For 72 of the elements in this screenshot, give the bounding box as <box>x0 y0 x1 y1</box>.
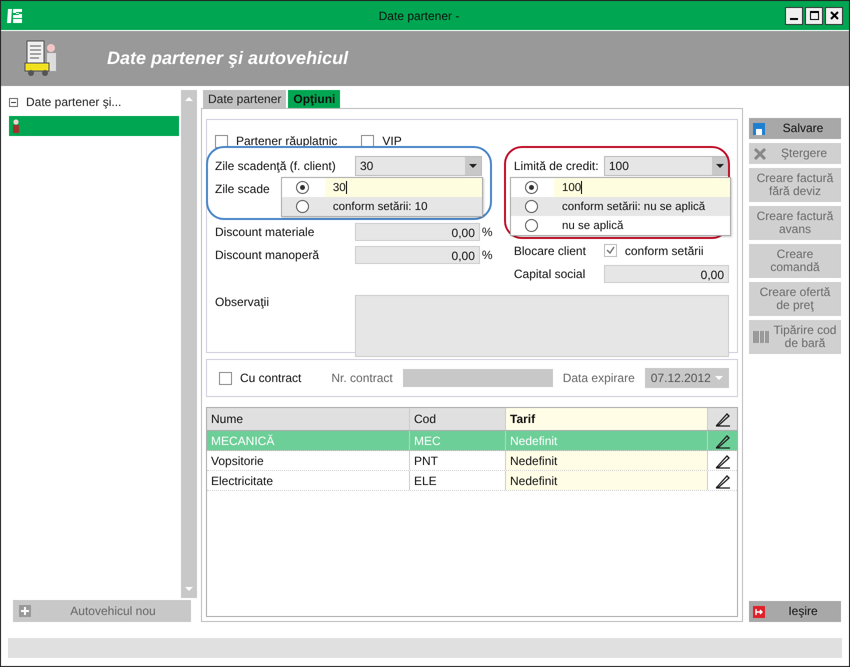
checkbox[interactable] <box>219 372 232 384</box>
tree-item[interactable]: Date partener şi... <box>9 92 179 112</box>
radio-button[interactable] <box>525 181 538 194</box>
checkbox-label: Cu contract <box>240 371 302 385</box>
field-label: Discount manoperă <box>215 248 320 262</box>
field-label: Discount materiale <box>215 224 316 238</box>
dropdown-field[interactable]: 100 <box>604 156 729 176</box>
checkbox[interactable] <box>604 244 617 257</box>
radio-button[interactable] <box>296 200 309 213</box>
field-label: Zile scade <box>215 182 270 196</box>
document-truck-icon <box>23 38 59 78</box>
table-cell: Vopsitorie <box>207 451 410 470</box>
dropdown-option[interactable]: conform setării: 10 <box>282 197 482 216</box>
table-cell: Nedefinit <box>506 451 708 470</box>
dropdown-arrow-icon <box>714 376 723 380</box>
page-heading: Date partener şi autovehicul <box>107 48 348 69</box>
field-label: Observaţii <box>215 295 270 311</box>
plus-icon <box>19 605 31 617</box>
unit-label: % <box>482 224 490 238</box>
dropdown-arrow-icon <box>716 164 724 168</box>
tab[interactable]: Opţiuni <box>288 90 340 108</box>
number-field[interactable]: 0,00 <box>604 264 729 282</box>
minimize-icon <box>790 18 798 20</box>
column-header[interactable]: Nume <box>207 408 410 430</box>
dropdown-option[interactable]: nu se aplică <box>511 216 730 235</box>
close-button[interactable] <box>825 6 843 24</box>
pen-icon[interactable] <box>714 472 730 488</box>
field-label: Nr. contract <box>331 371 393 385</box>
exit-icon <box>753 606 765 618</box>
dropdown-field[interactable]: 30 <box>355 156 482 176</box>
field-label: Data expirare <box>562 371 635 385</box>
checkbox-label: VIP <box>382 134 402 148</box>
checkbox[interactable] <box>215 134 228 148</box>
radio-button[interactable] <box>525 200 538 213</box>
window-title: Date partener - <box>378 8 460 22</box>
maximize-icon <box>810 11 818 20</box>
number-field[interactable]: 0,00 <box>355 246 480 264</box>
person-icon <box>13 119 19 133</box>
notes-field[interactable] <box>355 295 729 357</box>
dropdown-arrow-icon <box>468 164 477 168</box>
checkbox-label: Partener răuplatnic <box>236 134 338 148</box>
field-label: Capital social <box>514 266 586 280</box>
grid-row[interactable]: Vopsitorie PNT Nedefinit <box>207 451 737 471</box>
dropdown-option[interactable]: conform setării: nu se aplică <box>511 197 730 216</box>
radio-button[interactable] <box>525 219 538 232</box>
table-cell: Electricitate <box>207 471 410 490</box>
maximize-button[interactable] <box>805 6 823 24</box>
action-button[interactable]: Salvare <box>749 118 841 139</box>
pen-icon[interactable] <box>714 432 730 448</box>
tab[interactable]: Date partener <box>203 90 286 108</box>
close-icon <box>830 11 838 20</box>
field-label: Limită de credit: <box>514 158 600 172</box>
field-label: Blocare client <box>514 244 587 258</box>
table-cell: Nedefinit <box>506 471 708 490</box>
date-field[interactable]: 07.12.2012 <box>644 368 729 388</box>
exit-button[interactable]: Ieşire <box>749 601 841 622</box>
number-field[interactable]: 0,00 <box>355 222 480 240</box>
checkbox-label: conform setării <box>624 244 704 258</box>
collapse-icon[interactable] <box>9 98 18 106</box>
pen-icon[interactable] <box>714 452 730 468</box>
delete-icon <box>753 146 767 160</box>
logo-icon <box>7 8 23 24</box>
unit-label: % <box>482 248 490 262</box>
checkbox[interactable] <box>361 134 374 148</box>
grid-row[interactable]: Electricitate ELE Nedefinit <box>207 471 737 491</box>
field-label: Zile scadenţă (f. client) <box>215 158 337 172</box>
radio-button[interactable] <box>296 181 309 194</box>
minimize-button[interactable] <box>785 6 803 24</box>
barcode-icon <box>753 329 769 345</box>
pen-icon <box>714 411 730 427</box>
column-header[interactable]: Tarif <box>506 408 708 430</box>
contract-number-field[interactable] <box>402 369 553 387</box>
